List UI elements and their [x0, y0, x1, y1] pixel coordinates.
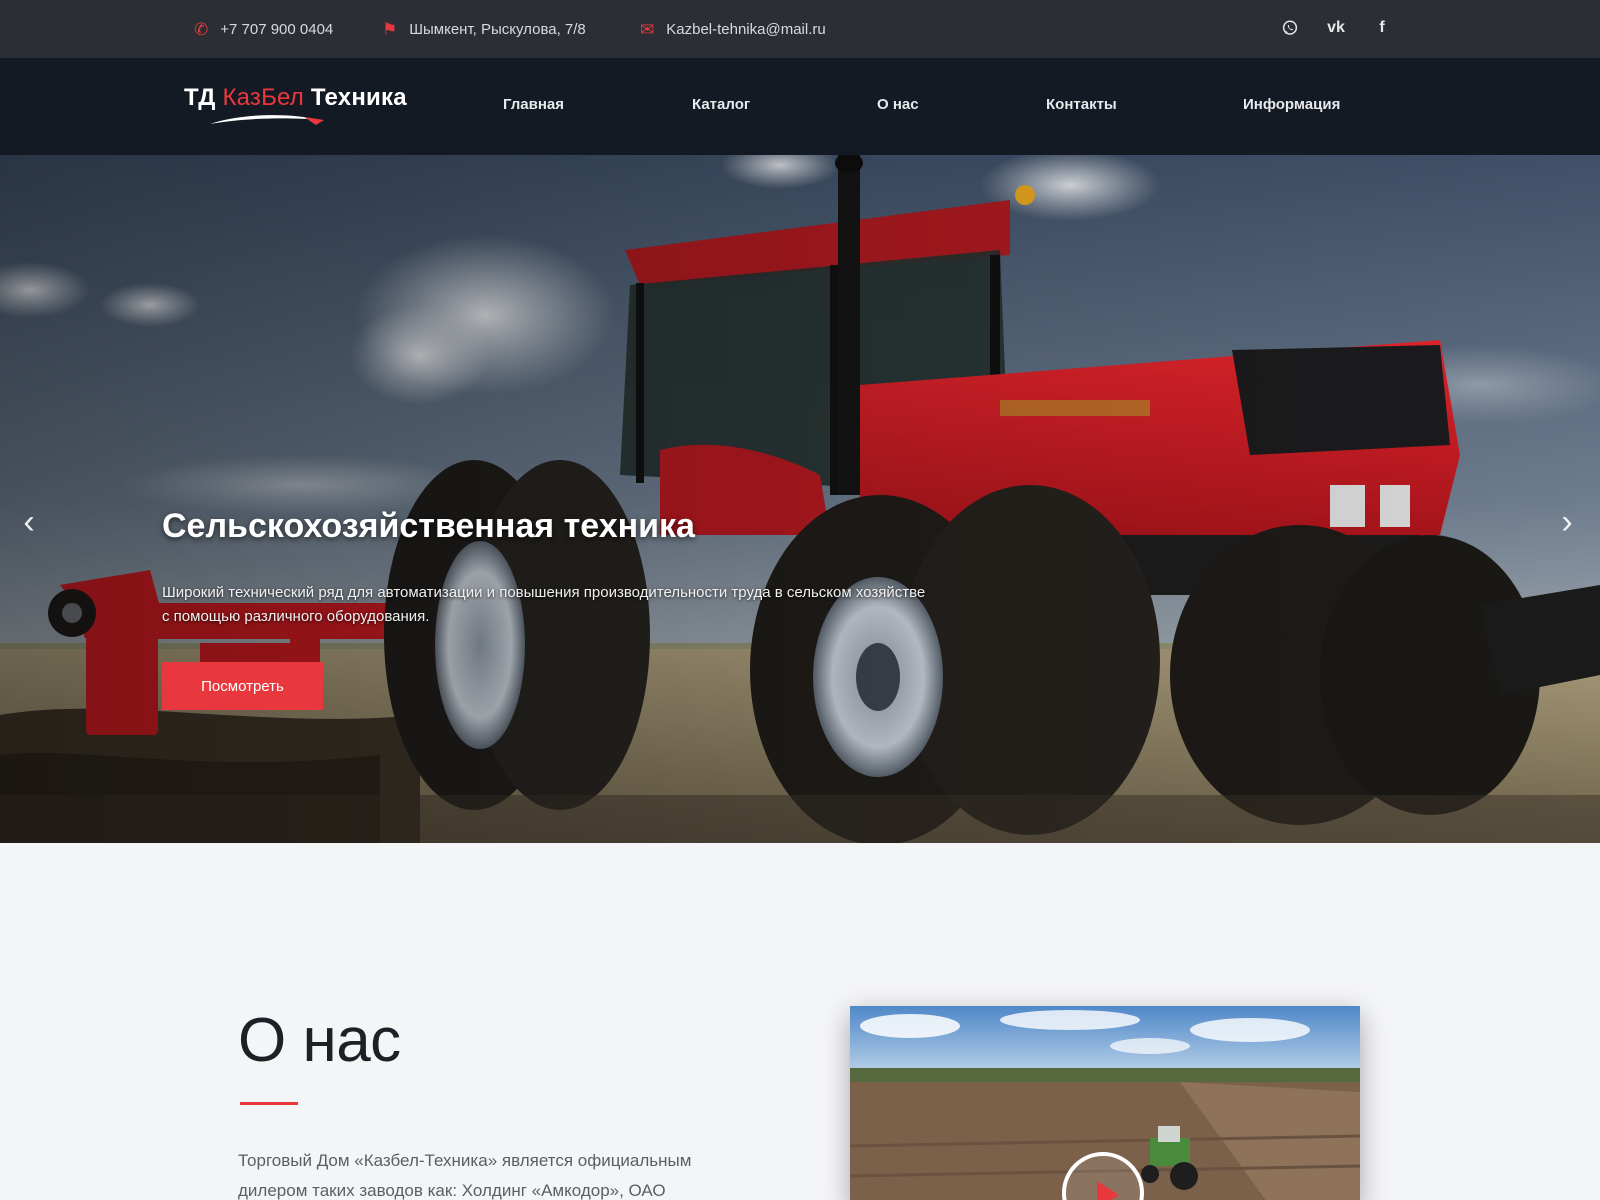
main-navbar: ТД КазБел Техника Главная Каталог О нас …	[0, 58, 1600, 155]
whatsapp-icon[interactable]	[1278, 16, 1302, 40]
email-text: Kazbel-tehnika@mail.ru	[666, 20, 826, 38]
logo-suffix: Техника	[310, 84, 407, 111]
about-video[interactable]	[850, 1006, 1360, 1200]
site-logo[interactable]: ТД КазБел Техника	[184, 84, 424, 130]
logo-brand: КазБел	[222, 84, 305, 111]
slider-next-icon[interactable]: ›	[1552, 505, 1582, 539]
logo-swoosh	[210, 115, 324, 125]
slider-prev-icon[interactable]: ‹	[14, 505, 44, 539]
logo-prefix: ТД	[184, 84, 216, 111]
nav-contacts[interactable]: Контакты	[1046, 96, 1117, 120]
hero-slider: ‹ › Сельскохозяйственная техника Широкий…	[0, 155, 1600, 843]
top-contact-bar: ✆ +7 707 900 0404 ⚑ Шымкент, Рыскулова, …	[0, 0, 1600, 58]
hero-description: Широкий технический ряд для автоматизаци…	[162, 584, 926, 625]
nav-catalog[interactable]: Каталог	[692, 96, 750, 120]
address-contact[interactable]: ⚑ Шымкент, Рыскулова, 7/8	[382, 18, 586, 40]
envelope-icon: ✉	[640, 19, 655, 39]
about-underline	[240, 1102, 298, 1105]
map-icon: ⚑	[382, 19, 398, 39]
nav-home[interactable]: Главная	[503, 96, 564, 120]
email-contact[interactable]: ✉ Kazbel-tehnika@mail.ru	[640, 18, 826, 40]
hero-overlay	[0, 155, 1600, 843]
phone-contact[interactable]: ✆ +7 707 900 0404	[194, 18, 333, 40]
hero-title: Сельскохозяйственная техника	[162, 507, 695, 545]
vk-icon[interactable]: vk	[1324, 16, 1348, 40]
address-text: Шымкент, Рыскулова, 7/8	[409, 20, 586, 38]
about-text: Торговый Дом «Казбел-Техника» является о…	[238, 1151, 692, 1200]
phone-number: +7 707 900 0404	[220, 20, 334, 38]
nav-about[interactable]: О нас	[877, 96, 919, 120]
facebook-icon[interactable]: f	[1370, 16, 1394, 40]
about-title: О нас	[238, 1006, 401, 1075]
play-triangle	[1097, 1181, 1119, 1200]
view-button[interactable]: Посмотреть	[162, 662, 323, 710]
logo-text: ТД КазБел Техника	[184, 84, 424, 112]
phone-icon: ✆	[194, 19, 209, 39]
nav-info[interactable]: Информация	[1243, 96, 1340, 120]
